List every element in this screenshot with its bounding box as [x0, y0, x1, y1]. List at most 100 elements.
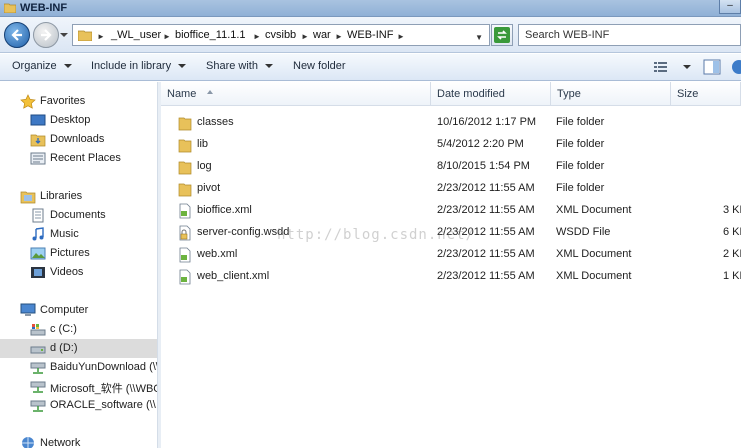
breadcrumb-war[interactable]: war — [313, 29, 331, 41]
sidebar-item-pictures[interactable]: Pictures — [0, 244, 157, 263]
breadcrumb-separator[interactable]: ► — [301, 32, 309, 41]
videos-icon — [31, 267, 45, 278]
table-row[interactable]: pivot 2/23/2012 11:55 AM File folder — [161, 178, 741, 200]
breadcrumb-wl-user[interactable]: _WL_user — [111, 29, 161, 41]
view-options-icon[interactable] — [652, 59, 670, 75]
desktop-icon — [30, 114, 46, 126]
folder-icon — [4, 3, 16, 13]
forward-button[interactable] — [33, 22, 59, 48]
recent-pages-dropdown[interactable] — [60, 31, 68, 39]
file-type: WSDD File — [556, 226, 611, 238]
table-row[interactable]: log 8/10/2015 1:54 PM File folder — [161, 156, 741, 178]
sidebar-item-libraries[interactable]: Libraries — [0, 187, 157, 206]
file-name: lib — [197, 138, 209, 150]
file-type: File folder — [556, 138, 605, 150]
system-drive-icon — [30, 324, 46, 336]
sidebar-item-documents[interactable]: Documents — [0, 206, 157, 225]
folder-icon — [178, 161, 192, 175]
sidebar-item-label: Downloads — [50, 133, 105, 145]
file-name: web.xml — [197, 248, 238, 260]
include-in-library-button[interactable]: Include in library — [91, 60, 187, 72]
sidebar-item-label: Favorites — [40, 95, 86, 107]
sort-ascending-icon — [207, 90, 213, 94]
new-folder-button[interactable]: New folder — [293, 60, 346, 72]
preview-pane-icon[interactable] — [703, 59, 721, 75]
navigation-pane: Favorites Desktop Downloads Recent Place… — [0, 82, 158, 448]
file-type: XML Document — [556, 204, 632, 216]
file-type: File folder — [556, 182, 605, 194]
libraries-icon — [20, 191, 36, 204]
refresh-button[interactable] — [491, 24, 513, 46]
computer-icon — [20, 303, 36, 316]
help-icon[interactable] — [730, 59, 741, 75]
breadcrumb-separator[interactable]: ► — [253, 32, 261, 41]
file-list: Name Date modified Type Size classes 10/… — [161, 82, 741, 448]
breadcrumb-separator[interactable]: ► — [335, 32, 343, 41]
breadcrumb-separator[interactable]: ► — [163, 32, 171, 41]
organize-label: Organize — [12, 60, 57, 72]
address-bar[interactable]: ► _WL_user ► bioffice_11.1.1 ► cvsibb ► … — [72, 24, 490, 46]
breadcrumb-separator[interactable]: ► — [97, 32, 105, 41]
breadcrumb-web-inf[interactable]: WEB-INF — [347, 29, 393, 41]
sidebar-item-music[interactable]: Music — [0, 225, 157, 244]
address-dropdown[interactable]: ▼ — [475, 33, 483, 42]
column-header-date-modified[interactable]: Date modified — [431, 82, 551, 106]
sidebar-item-recent-places[interactable]: Recent Places — [0, 149, 157, 168]
file-name: bioffice.xml — [197, 204, 252, 216]
file-type: File folder — [556, 116, 605, 128]
breadcrumb-separator[interactable]: ► — [397, 32, 405, 41]
share-with-label: Share with — [206, 60, 258, 72]
folder-icon — [178, 183, 192, 197]
network-drive-icon — [30, 400, 46, 412]
sidebar-item-microsoft-software[interactable]: Microsoft_软件 (\\WBC — [0, 377, 158, 396]
sidebar-item-videos[interactable]: Videos — [0, 263, 157, 282]
sidebar-item-label: BaiduYunDownload (\\ — [50, 361, 158, 373]
back-button[interactable] — [4, 22, 30, 48]
table-row[interactable]: web_client.xml 2/23/2012 11:55 AM XML Do… — [161, 266, 741, 288]
breadcrumb-bioffice[interactable]: bioffice_11.1.1 — [175, 29, 246, 41]
share-with-button[interactable]: Share with — [206, 60, 273, 72]
minimize-button[interactable]: – — [719, 0, 741, 14]
sidebar-item-desktop[interactable]: Desktop — [0, 111, 157, 130]
locked-file-icon — [179, 225, 191, 241]
column-header-label: Name — [167, 88, 197, 100]
chevron-down-icon — [264, 64, 273, 69]
file-type: XML Document — [556, 270, 632, 282]
sidebar-item-label: Microsoft_软件 (\\WBC — [50, 383, 158, 395]
table-row[interactable]: bioffice.xml 2/23/2012 11:55 AM XML Docu… — [161, 200, 741, 222]
sidebar-item-label: Desktop — [50, 114, 91, 126]
sidebar-item-label: Network — [40, 437, 81, 448]
sidebar-item-d-drive[interactable]: d (D:) — [0, 339, 157, 358]
file-date: 2/23/2012 11:55 AM — [437, 182, 535, 194]
file-size: 2 KB — [723, 248, 741, 260]
sidebar-item-network[interactable]: Network — [0, 434, 157, 448]
arrow-right-icon — [41, 29, 52, 41]
chevron-down-icon — [178, 64, 187, 69]
sidebar-item-label: Videos — [50, 266, 84, 278]
column-header-type[interactable]: Type — [551, 82, 671, 106]
column-header-name[interactable]: Name — [161, 82, 431, 106]
window-title: WEB-INF — [20, 2, 68, 14]
view-dropdown-icon[interactable] — [678, 59, 696, 75]
table-row[interactable]: classes 10/16/2012 1:17 PM File folder — [161, 112, 741, 134]
sidebar-item-c-drive[interactable]: c (C:) — [0, 320, 157, 339]
sidebar-item-baiduyun[interactable]: BaiduYunDownload (\\ — [0, 358, 158, 377]
sidebar-item-oracle-software[interactable]: ORACLE_software (\\ — [0, 396, 157, 415]
recent-places-icon — [30, 152, 46, 165]
sidebar-item-downloads[interactable]: Downloads — [0, 130, 157, 149]
xml-file-icon — [179, 269, 191, 285]
sidebar-item-label: Music — [50, 228, 79, 240]
table-row[interactable]: lib 5/4/2012 2:20 PM File folder — [161, 134, 741, 156]
column-header-size[interactable]: Size — [671, 82, 741, 106]
organize-button[interactable]: Organize — [12, 60, 72, 72]
sidebar-item-computer[interactable]: Computer — [0, 301, 157, 320]
watermark: http://blog.csdn.net/ — [277, 227, 476, 243]
search-box[interactable] — [518, 24, 741, 46]
file-date: 8/10/2015 1:54 PM — [437, 160, 530, 172]
search-input[interactable] — [519, 25, 740, 45]
sidebar-item-favorites[interactable]: Favorites — [0, 92, 157, 111]
file-size: 3 KB — [723, 204, 741, 216]
table-row[interactable]: web.xml 2/23/2012 11:55 AM XML Document … — [161, 244, 741, 266]
sidebar-item-label: c (C:) — [50, 323, 77, 335]
breadcrumb-cvsibb[interactable]: cvsibb — [265, 29, 296, 41]
